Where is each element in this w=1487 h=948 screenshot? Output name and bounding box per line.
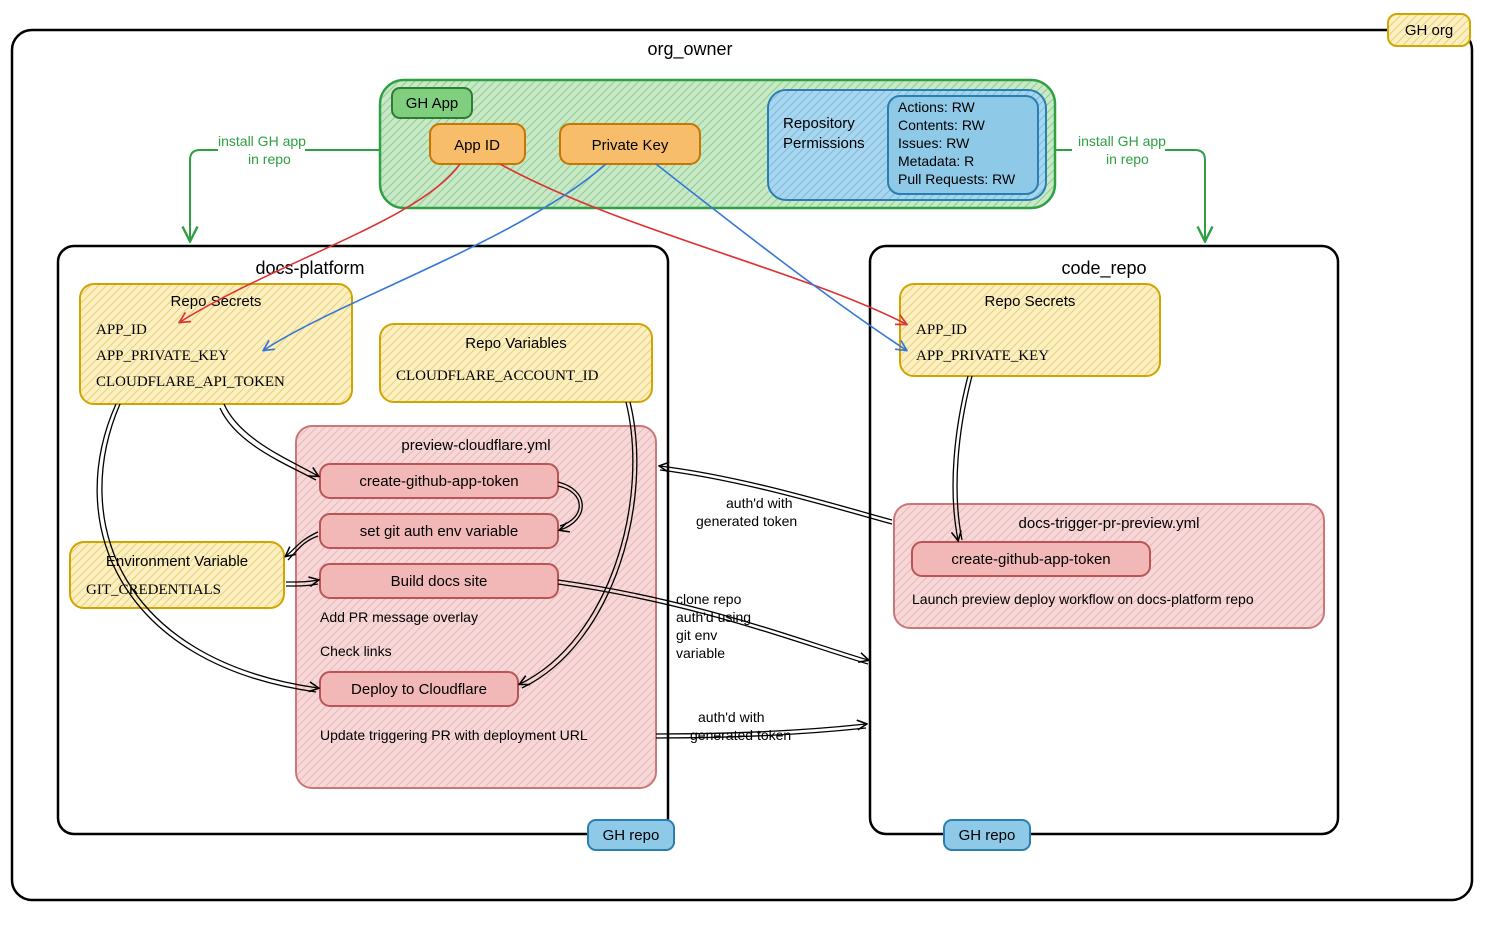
- code-workflow: docs-trigger-pr-preview.yml create-githu…: [894, 504, 1324, 628]
- svg-text:Private Key: Private Key: [592, 137, 669, 154]
- svg-text:install GH app: install GH app: [218, 133, 306, 149]
- org-badge: GH org: [1388, 14, 1470, 46]
- svg-text:Check links: Check links: [320, 643, 392, 659]
- docs-wf-step4: Deploy to Cloudflare: [351, 681, 487, 698]
- gh-app-box: GH App App ID Private Key RepositoryPerm…: [380, 80, 1055, 208]
- gh-app-badge: GH App: [406, 95, 459, 112]
- svg-text:GH org: GH org: [1405, 22, 1453, 39]
- svg-text:generated token: generated token: [696, 513, 797, 529]
- code-repo-badge: GH repo: [959, 827, 1016, 844]
- svg-text:CLOUDFLARE_API_TOKEN: CLOUDFLARE_API_TOKEN: [96, 374, 285, 390]
- svg-text:Add PR message overlay: Add PR message overlay: [320, 609, 478, 625]
- docs-env-var: Environment Variable GIT_CREDENTIALS: [70, 542, 284, 608]
- svg-text:Repo Variables: Repo Variables: [465, 335, 566, 352]
- svg-text:APP_ID: APP_ID: [916, 322, 967, 338]
- svg-text:CLOUDFLARE_ACCOUNT_ID: CLOUDFLARE_ACCOUNT_ID: [396, 368, 599, 384]
- docs-platform-title: docs-platform: [255, 258, 364, 278]
- svg-text:APP_ID: APP_ID: [96, 322, 147, 338]
- svg-text:docs-trigger-pr-preview.yml: docs-trigger-pr-preview.yml: [1019, 515, 1200, 532]
- svg-text:auth'd using: auth'd using: [676, 609, 751, 625]
- svg-text:APP_PRIVATE_KEY: APP_PRIVATE_KEY: [96, 348, 229, 364]
- svg-text:variable: variable: [676, 645, 725, 661]
- docs-repo-variables: Repo Variables CLOUDFLARE_ACCOUNT_ID: [380, 324, 652, 402]
- docs-repo-badge: GH repo: [603, 827, 660, 844]
- svg-text:Pull Requests: RW: Pull Requests: RW: [898, 171, 1016, 187]
- svg-text:git env: git env: [676, 627, 717, 643]
- code-repo-secrets: Repo Secrets APP_ID APP_PRIVATE_KEY: [900, 284, 1160, 376]
- svg-text:clone repo: clone repo: [676, 591, 742, 607]
- svg-text:Actions: RW: Actions: RW: [898, 99, 976, 115]
- app-id-box: App ID: [430, 124, 525, 164]
- svg-text:Update triggering PR with depl: Update triggering PR with deployment URL: [320, 727, 588, 743]
- docs-wf-step2: set git auth env variable: [360, 523, 518, 540]
- private-key-box: Private Key: [560, 124, 700, 164]
- docs-platform-repo: docs-platform Repo Secrets APP_ID APP_PR…: [58, 246, 674, 850]
- svg-text:auth'd with: auth'd with: [726, 495, 793, 511]
- svg-text:Repo Secrets: Repo Secrets: [985, 293, 1076, 310]
- svg-text:Launch preview deploy workflow: Launch preview deploy workflow on docs-p…: [912, 591, 1254, 607]
- svg-text:GIT_CREDENTIALS: GIT_CREDENTIALS: [86, 582, 221, 598]
- svg-text:Metadata: R: Metadata: R: [898, 153, 974, 169]
- code-repo-title: code_repo: [1061, 258, 1146, 279]
- svg-text:APP_PRIVATE_KEY: APP_PRIVATE_KEY: [916, 348, 1049, 364]
- svg-text:in repo: in repo: [1106, 151, 1149, 167]
- code-repo: code_repo Repo Secrets APP_ID APP_PRIVAT…: [870, 246, 1338, 850]
- install-left: install GH app in repo: [190, 133, 380, 240]
- svg-text:generated token: generated token: [690, 727, 791, 743]
- docs-wf-step1: create-github-app-token: [359, 473, 518, 490]
- diagram-canvas: org_owner GH org GH App App ID Private K…: [0, 0, 1487, 948]
- svg-text:App ID: App ID: [454, 137, 500, 154]
- svg-text:Contents: RW: Contents: RW: [898, 117, 986, 133]
- code-wf-step1: create-github-app-token: [951, 551, 1110, 568]
- org-title: org_owner: [647, 39, 732, 60]
- install-right: install GH app in repo: [1055, 133, 1205, 240]
- svg-text:Environment Variable: Environment Variable: [106, 553, 248, 570]
- svg-text:in repo: in repo: [248, 151, 291, 167]
- svg-text:Issues: RW: Issues: RW: [898, 135, 970, 151]
- svg-text:install GH app: install GH app: [1078, 133, 1166, 149]
- repo-permissions-box: RepositoryPermissions Actions: RW Conten…: [768, 90, 1046, 200]
- svg-text:auth'd with: auth'd with: [698, 709, 765, 725]
- docs-wf-step3: Build docs site: [391, 573, 488, 590]
- svg-text:preview-cloudflare.yml: preview-cloudflare.yml: [401, 437, 550, 454]
